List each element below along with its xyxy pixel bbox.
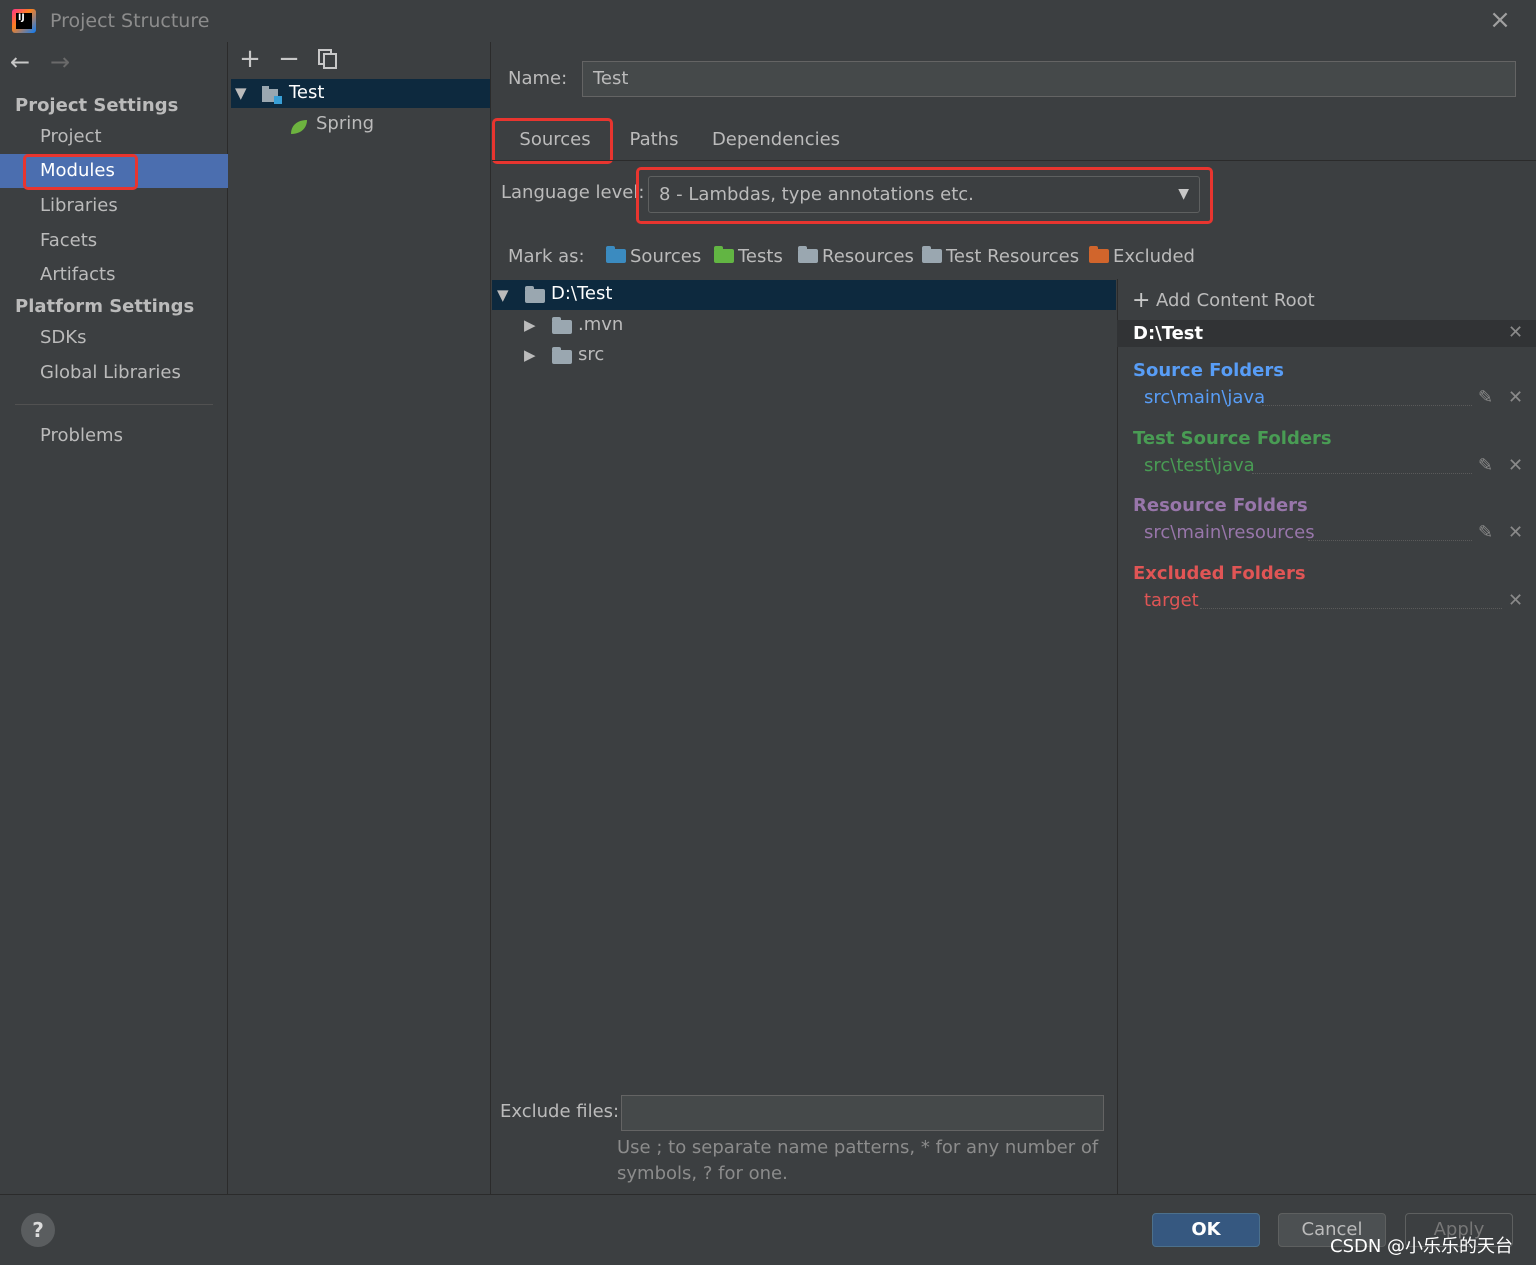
mark-as-sources-button[interactable]: Sources — [606, 243, 701, 271]
window-title: Project Structure — [50, 10, 210, 32]
content-root-panel — [1117, 279, 1536, 1194]
test-resources-folder-icon — [922, 246, 942, 263]
module-folder-icon — [262, 86, 284, 104]
folder-icon — [552, 317, 576, 338]
language-level-highlight-box — [636, 167, 1213, 224]
exclude-hint-line2: symbols, ? for one. — [617, 1163, 788, 1184]
sidebar-item-facets[interactable]: Facets — [0, 224, 228, 258]
edit-pencil-icon[interactable]: ✎ — [1478, 387, 1493, 408]
close-icon[interactable]: ✕ — [1508, 387, 1523, 408]
tab-underline — [492, 160, 1536, 161]
sidebar-item-project[interactable]: Project — [0, 120, 228, 154]
sidebar-item-artifacts[interactable]: Artifacts — [0, 258, 228, 292]
language-level-label: Language level: — [501, 182, 645, 203]
dotted-leader — [1200, 608, 1502, 609]
name-label: Name: — [508, 68, 568, 89]
remove-icon[interactable]: − — [275, 46, 303, 74]
mark-as-sources-label: Sources — [630, 246, 702, 267]
dotted-leader — [1308, 540, 1472, 541]
close-icon[interactable]: ✕ — [1508, 455, 1523, 476]
sidebar-item-global-libraries[interactable]: Global Libraries — [0, 356, 228, 390]
dotted-leader — [1262, 405, 1472, 406]
copy-icon[interactable] — [318, 49, 338, 69]
folder-icon — [552, 347, 576, 368]
excluded-folder-path: target — [1144, 590, 1199, 611]
tests-folder-icon — [714, 246, 734, 263]
resources-folder-icon — [798, 246, 818, 263]
project-settings-header: Project Settings — [15, 95, 179, 116]
add-icon[interactable]: + — [236, 46, 264, 74]
tab-dependencies[interactable]: Dependencies — [705, 120, 847, 160]
ok-button[interactable]: OK — [1152, 1213, 1260, 1247]
test-source-folder-path: src\test\java — [1144, 455, 1255, 476]
close-icon[interactable]: ✕ — [1508, 322, 1523, 343]
exclude-hint-line1: Use ; to separate name patterns, * for a… — [617, 1137, 1099, 1158]
sidebar-item-sdks[interactable]: SDKs — [0, 321, 228, 355]
modules-highlight-box — [23, 154, 138, 190]
expand-arrow-icon[interactable]: ▼ — [235, 84, 247, 102]
mark-as-resources-label: Resources — [822, 246, 914, 267]
intellij-app-icon: IJ — [12, 9, 36, 33]
mark-as-excluded-button[interactable]: Excluded — [1089, 243, 1195, 271]
test-source-folders-heading: Test Source Folders — [1133, 428, 1332, 449]
mark-as-label: Mark as: — [508, 246, 585, 267]
close-icon[interactable]: ✕ — [1508, 522, 1523, 543]
mark-as-test-resources-button[interactable]: Test Resources — [922, 243, 1079, 271]
excluded-folder-icon — [1089, 246, 1109, 263]
mark-as-tests-label: Tests — [738, 246, 783, 267]
sources-tab-highlight-box — [492, 118, 613, 164]
close-icon[interactable]: ✕ — [1508, 590, 1523, 611]
exclude-files-input[interactable] — [621, 1095, 1104, 1131]
close-window-icon[interactable]: × — [1488, 7, 1512, 33]
module-tree-panel — [229, 42, 491, 1194]
tab-paths[interactable]: Paths — [620, 120, 688, 160]
collapse-arrow-icon[interactable]: ▶ — [524, 346, 536, 364]
content-root-path: D:\Test — [1133, 323, 1204, 344]
app-icon-text: IJ — [16, 13, 32, 29]
folder-icon — [525, 286, 549, 307]
add-icon[interactable]: + — [1132, 288, 1150, 313]
forward-arrow-icon[interactable]: → — [50, 50, 70, 74]
tree-item-src[interactable]: src — [578, 344, 604, 365]
module-name-input[interactable]: Test — [582, 61, 1516, 97]
edit-pencil-icon[interactable]: ✎ — [1478, 522, 1493, 543]
mark-as-tests-button[interactable]: Tests — [714, 243, 783, 271]
expand-arrow-icon[interactable]: ▼ — [497, 286, 509, 304]
mark-as-resources-button[interactable]: Resources — [798, 243, 914, 271]
resource-folder-path: src\main\resources — [1144, 522, 1315, 543]
spring-leaf-icon — [289, 118, 309, 136]
sources-folder-icon — [606, 246, 626, 263]
excluded-folders-heading: Excluded Folders — [1133, 563, 1306, 584]
help-icon[interactable]: ? — [21, 1213, 55, 1247]
facet-spring[interactable]: Spring — [316, 113, 374, 134]
tree-root-label: D:\Test — [551, 283, 613, 304]
sidebar-divider — [15, 404, 213, 405]
resource-folders-heading: Resource Folders — [1133, 495, 1308, 516]
title-bar — [0, 0, 1536, 42]
edit-pencil-icon[interactable]: ✎ — [1478, 455, 1493, 476]
mark-as-test-resources-label: Test Resources — [946, 246, 1080, 267]
source-folder-path: src\main\java — [1144, 387, 1266, 408]
add-content-root-button[interactable]: Add Content Root — [1156, 290, 1315, 311]
sidebar-item-libraries[interactable]: Libraries — [0, 189, 228, 223]
content-tree — [492, 279, 1116, 1079]
platform-settings-header: Platform Settings — [15, 296, 195, 317]
module-name: Test — [289, 82, 325, 103]
mark-as-excluded-label: Excluded — [1113, 246, 1195, 267]
source-folders-heading: Source Folders — [1133, 360, 1284, 381]
dotted-leader — [1252, 473, 1472, 474]
back-arrow-icon[interactable]: ← — [10, 50, 30, 74]
sidebar-item-problems[interactable]: Problems — [0, 419, 228, 453]
exclude-files-label: Exclude files: — [500, 1101, 620, 1122]
collapse-arrow-icon[interactable]: ▶ — [524, 316, 536, 334]
watermark: CSDN @小乐乐的天台 — [1330, 1236, 1514, 1257]
tree-item-mvn[interactable]: .mvn — [578, 314, 623, 335]
